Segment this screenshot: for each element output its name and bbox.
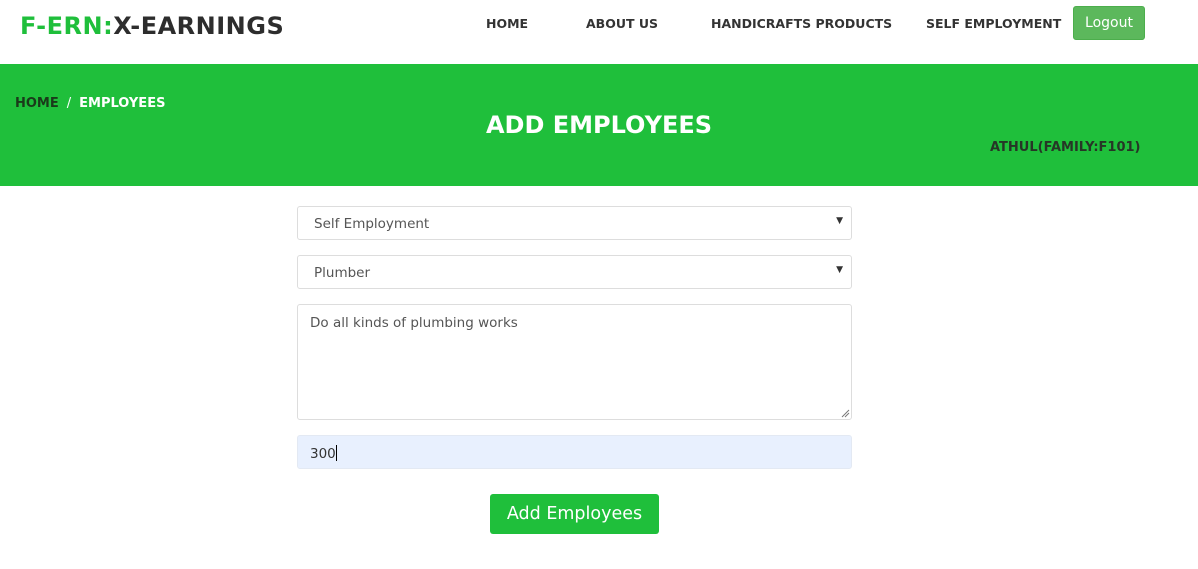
- logout-button[interactable]: Logout: [1073, 6, 1145, 40]
- amount-value: 300: [310, 446, 336, 462]
- brand-suffix: X-EARNINGS: [113, 12, 285, 40]
- description-textarea[interactable]: Do all kinds of plumbing works: [297, 304, 852, 420]
- navbar: F-ERN:X-EARNINGS HOME ABOUT US HANDICRAF…: [0, 0, 1198, 64]
- text-cursor: [335, 445, 337, 461]
- breadcrumb-separator: /: [66, 96, 72, 111]
- category-select[interactable]: Self Employment ▼: [297, 206, 852, 240]
- amount-input[interactable]: 300: [297, 435, 852, 469]
- nav-about-us[interactable]: ABOUT US: [586, 16, 658, 31]
- nav-home[interactable]: HOME: [486, 16, 528, 31]
- brand-logo[interactable]: F-ERN:X-EARNINGS: [20, 12, 284, 40]
- breadcrumb-home-link[interactable]: HOME: [15, 96, 59, 111]
- chevron-down-icon: ▼: [836, 216, 843, 226]
- page-title: ADD EMPLOYEES: [485, 111, 713, 139]
- user-family-label: ATHUL(FAMILY:F101): [990, 140, 1141, 155]
- chevron-down-icon: ▼: [836, 265, 843, 275]
- nav-handicrafts-products[interactable]: HANDICRAFTS PRODUCTS: [711, 16, 892, 31]
- job-select-value: Plumber: [314, 265, 371, 281]
- page-banner: HOME / EMPLOYEES ADD EMPLOYEES ATHUL(FAMIL…: [0, 64, 1198, 186]
- description-text: Do all kinds of plumbing works: [310, 315, 518, 331]
- job-select[interactable]: Plumber ▼: [297, 255, 852, 289]
- brand-prefix: F-ERN:: [20, 12, 114, 40]
- breadcrumb: HOME / EMPLOYEES: [15, 96, 165, 111]
- add-employees-button[interactable]: Add Employees: [490, 494, 659, 534]
- category-select-value: Self Employment: [314, 216, 430, 232]
- add-employee-form: Self Employment ▼ Plumber ▼ Do all kinds…: [297, 206, 852, 469]
- nav-self-employment[interactable]: SELF EMPLOYMENT: [926, 16, 1061, 31]
- breadcrumb-current: EMPLOYEES: [79, 96, 166, 111]
- resize-handle-icon[interactable]: [841, 409, 850, 418]
